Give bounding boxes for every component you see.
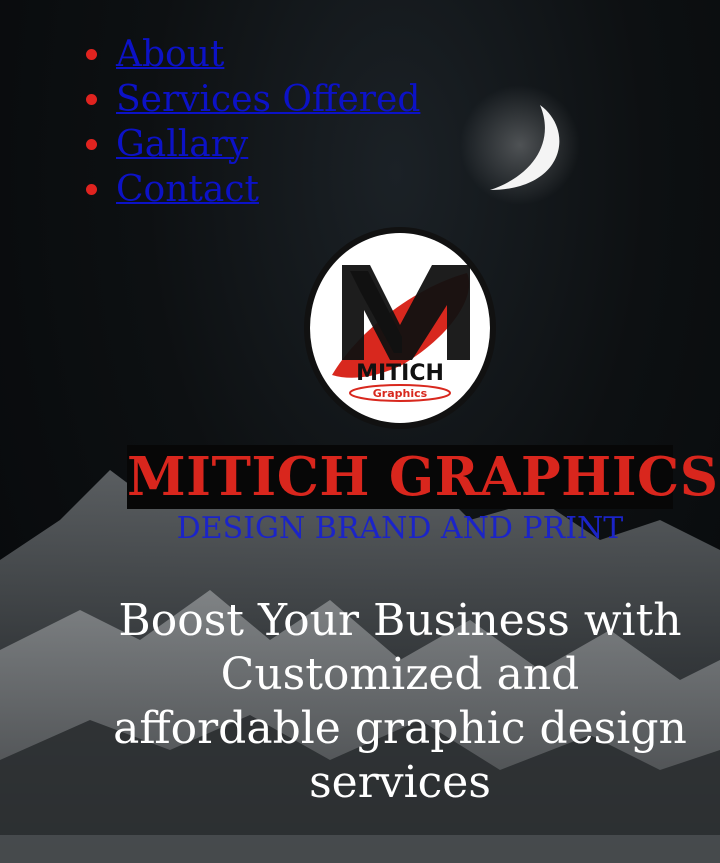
nav-link-services-offered[interactable]: Services Offered: [116, 79, 420, 120]
brand-title: MITICH GRAPHICS: [127, 445, 719, 509]
mitich-graphics-logo: MITICH Graphics: [304, 227, 496, 429]
nav-item-about: About: [86, 32, 420, 77]
nav-item-services: Services Offered: [86, 77, 420, 122]
nav-item-contact: Contact: [86, 167, 420, 212]
main-nav: About Services Offered Gallary Contact: [0, 32, 420, 212]
crescent-moon-icon: [490, 105, 560, 190]
nav-item-gallary: Gallary: [86, 122, 420, 167]
bullet-icon: [86, 94, 97, 105]
hero-headline: Boost Your Business with Customized and …: [113, 595, 687, 808]
logo-wordmark: MITICH: [356, 361, 444, 386]
logo-subword: Graphics: [373, 387, 428, 400]
nav-link-about[interactable]: About: [116, 34, 224, 75]
bullet-icon: [86, 139, 97, 150]
bullet-icon: [86, 49, 97, 60]
bullet-icon: [86, 184, 97, 195]
brand-tagline: DESIGN BRAND AND PRINT: [176, 511, 624, 546]
nav-link-gallary[interactable]: Gallary: [116, 124, 248, 165]
nav-link-contact[interactable]: Contact: [116, 169, 259, 210]
